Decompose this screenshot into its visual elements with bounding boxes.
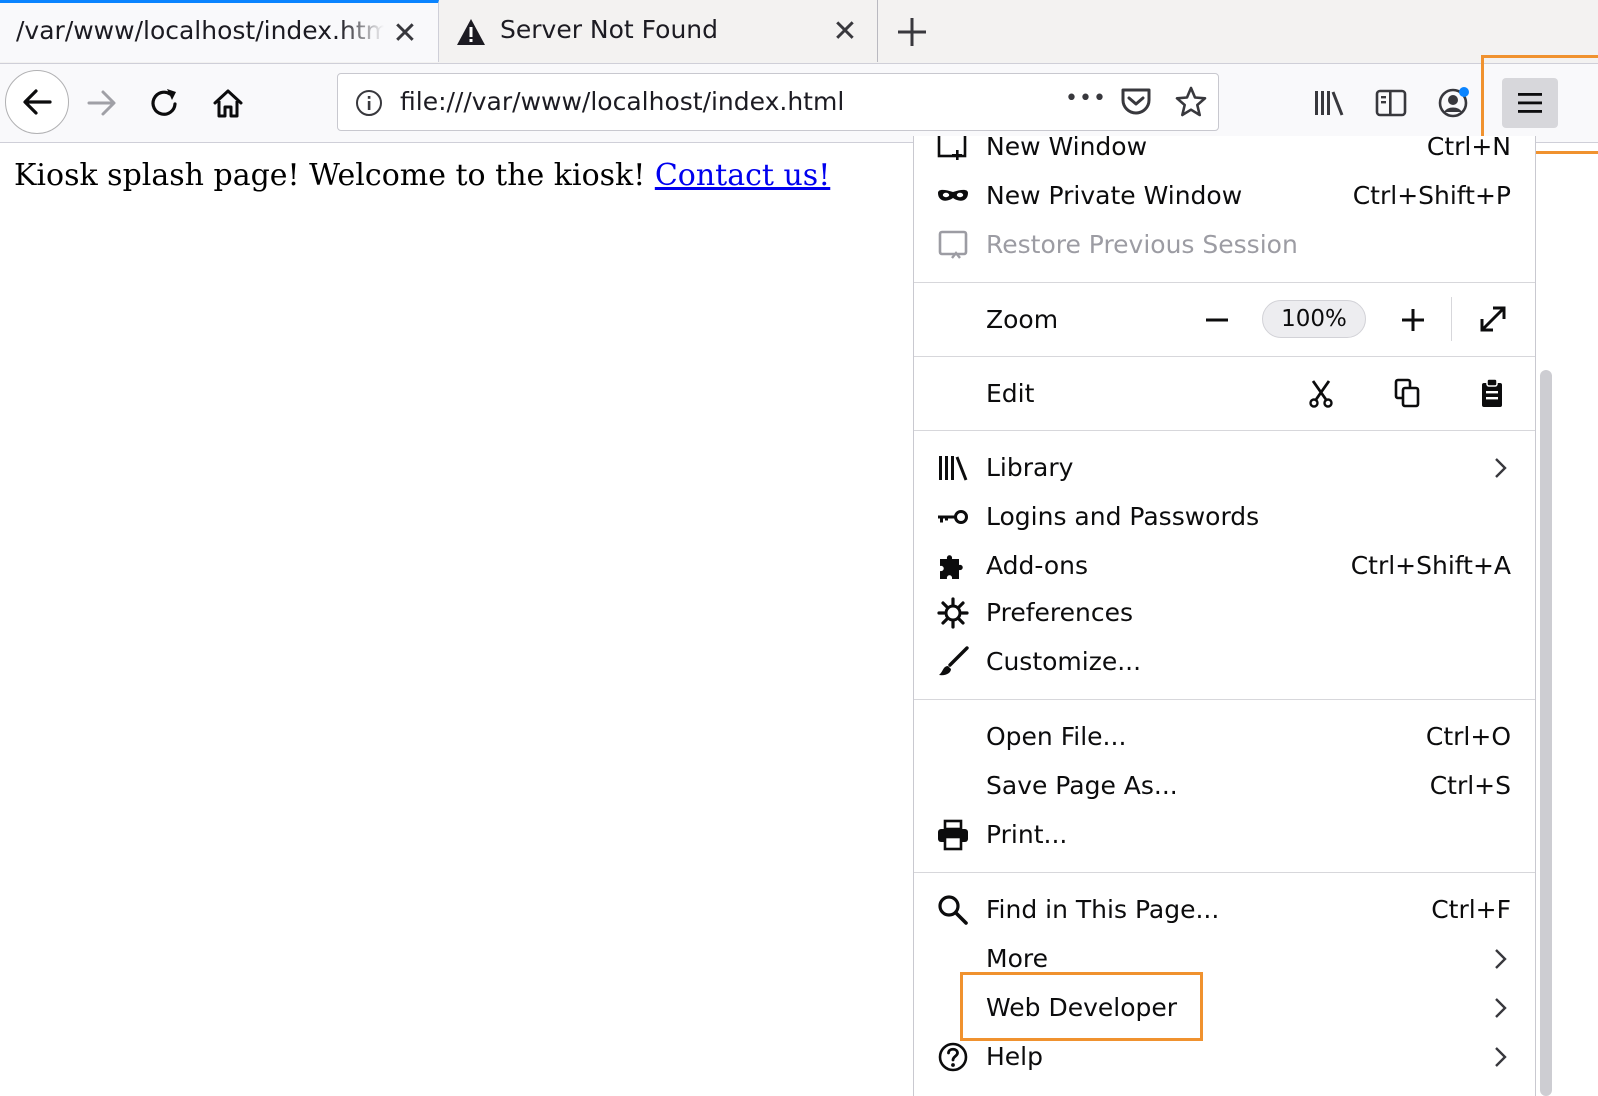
new-window-icon <box>937 136 967 160</box>
web-developer-highlight <box>960 972 1203 1041</box>
menu-item-library[interactable]: Library <box>914 445 1535 491</box>
account-icon[interactable] <box>1436 84 1472 120</box>
key-icon <box>938 510 968 524</box>
close-icon[interactable]: ✕ <box>390 19 420 49</box>
warning-icon <box>457 19 485 45</box>
zoom-reset-button[interactable]: 100% <box>1262 300 1366 338</box>
menu-item-new-private-window[interactable]: New Private Window Ctrl+Shift+P <box>914 173 1535 219</box>
chevron-right-icon <box>1495 998 1507 1018</box>
menu-item-addons[interactable]: Add-ons Ctrl+Shift+A <box>914 543 1535 589</box>
fullscreen-icon[interactable] <box>1477 303 1509 335</box>
search-icon <box>938 895 968 925</box>
menu-scrollbar[interactable] <box>1540 370 1552 1096</box>
pocket-icon[interactable] <box>1119 86 1153 118</box>
private-browsing-mask-icon <box>938 189 968 201</box>
cut-icon[interactable] <box>1305 377 1337 409</box>
menu-item-label: Customize... <box>986 647 1142 676</box>
menu-item-label: Logins and Passwords <box>986 502 1260 531</box>
home-button[interactable] <box>210 85 246 121</box>
tab-strip: /var/www/localhost/index.html ✕ Server N… <box>0 0 1598 64</box>
page-text: Kiosk splash page! Welcome to the kiosk! <box>14 158 655 193</box>
url-bar[interactable]: file:///var/www/localhost/index.html ••• <box>337 73 1219 131</box>
app-menu-panel: New Window Ctrl+N New Private Window Ctr… <box>913 136 1536 1096</box>
puzzle-piece-icon <box>940 555 963 579</box>
chevron-right-icon <box>1495 949 1507 969</box>
page-content: Kiosk splash page! Welcome to the kiosk!… <box>14 158 830 193</box>
tab-localhost[interactable]: /var/www/localhost/index.html ✕ <box>0 0 439 62</box>
paintbrush-icon <box>939 646 969 676</box>
menu-item-shortcut: Ctrl+Shift+P <box>1352 181 1511 210</box>
close-icon[interactable]: ✕ <box>830 17 860 47</box>
menu-separator <box>914 430 1535 431</box>
menu-item-label: New Private Window <box>986 181 1243 210</box>
menu-item-shortcut: Ctrl+S <box>1429 771 1511 800</box>
tab-title: /var/www/localhost/index.html <box>16 16 384 45</box>
zoom-divider <box>1451 297 1452 341</box>
navigation-toolbar: file:///var/www/localhost/index.html ••• <box>0 64 1598 143</box>
new-tab-icon[interactable] <box>894 14 930 50</box>
menu-separator <box>914 872 1535 873</box>
tab-title: Server Not Found <box>500 15 719 44</box>
forward-button[interactable] <box>84 85 120 121</box>
zoom-label: Zoom <box>986 305 1059 334</box>
chevron-right-icon <box>1495 1047 1507 1067</box>
menu-item-zoom: Zoom 100% <box>914 283 1535 355</box>
menu-item-edit: Edit <box>914 357 1535 429</box>
menu-item-label: Add-ons <box>986 551 1089 580</box>
menu-item-shortcut: Ctrl+N <box>1426 136 1511 161</box>
reload-icon <box>151 89 177 116</box>
tab-server-not-found[interactable]: Server Not Found ✕ <box>440 0 878 62</box>
menu-item-label: Restore Previous Session <box>986 230 1298 259</box>
page-actions-icon[interactable]: ••• <box>1065 86 1107 111</box>
menu-item-print[interactable]: Print... <box>914 812 1535 858</box>
menu-item-restore-session: Restore Previous Session <box>914 222 1535 268</box>
library-icon <box>939 456 968 481</box>
menu-item-label: Print... <box>986 820 1068 849</box>
menu-item-find-in-page[interactable]: Find in This Page... Ctrl+F <box>914 887 1535 933</box>
back-button[interactable] <box>5 70 69 134</box>
menu-item-preferences[interactable]: Preferences <box>914 590 1535 636</box>
menu-item-shortcut: Ctrl+Shift+A <box>1350 551 1511 580</box>
zoom-in-icon[interactable] <box>1398 305 1428 335</box>
menu-item-label: Save Page As... <box>986 771 1178 800</box>
bookmark-star-icon[interactable] <box>1174 85 1208 119</box>
menu-item-label: Library <box>986 453 1074 482</box>
menu-item-shortcut: Ctrl+O <box>1425 722 1511 751</box>
url-text[interactable]: file:///var/www/localhost/index.html <box>400 87 844 116</box>
menu-item-label: New Window <box>986 136 1148 161</box>
sidebar-icon[interactable] <box>1374 86 1408 120</box>
back-arrow-icon <box>23 89 52 115</box>
library-icon[interactable] <box>1312 86 1346 120</box>
menu-item-label: Help <box>986 1042 1043 1071</box>
help-icon <box>938 1042 968 1072</box>
menu-item-label: Open File... <box>986 722 1127 751</box>
info-icon[interactable] <box>355 89 383 117</box>
gear-icon <box>937 597 969 629</box>
chevron-right-icon <box>1495 458 1507 478</box>
copy-icon[interactable] <box>1391 377 1423 409</box>
menu-item-open-file[interactable]: Open File... Ctrl+O <box>914 714 1535 760</box>
menu-separator <box>914 699 1535 700</box>
menu-item-label: Find in This Page... <box>986 895 1220 924</box>
menu-item-shortcut: Ctrl+F <box>1431 895 1511 924</box>
printer-icon <box>938 819 968 851</box>
menu-item-customize[interactable]: Customize... <box>914 639 1535 685</box>
menu-item-label: More <box>986 944 1048 973</box>
restore-session-icon <box>938 230 968 259</box>
reload-button[interactable] <box>147 85 183 121</box>
forward-arrow-icon <box>87 90 116 116</box>
menu-item-logins-passwords[interactable]: Logins and Passwords <box>914 494 1535 540</box>
menu-item-label: Preferences <box>986 598 1134 627</box>
contact-link[interactable]: Contact us! <box>655 158 830 193</box>
menu-item-new-window[interactable]: New Window Ctrl+N <box>914 136 1535 170</box>
home-icon <box>213 89 243 118</box>
paste-icon[interactable] <box>1476 377 1508 409</box>
zoom-out-icon[interactable] <box>1202 305 1232 335</box>
menu-item-save-page[interactable]: Save Page As... Ctrl+S <box>914 763 1535 809</box>
edit-label: Edit <box>986 379 1035 408</box>
